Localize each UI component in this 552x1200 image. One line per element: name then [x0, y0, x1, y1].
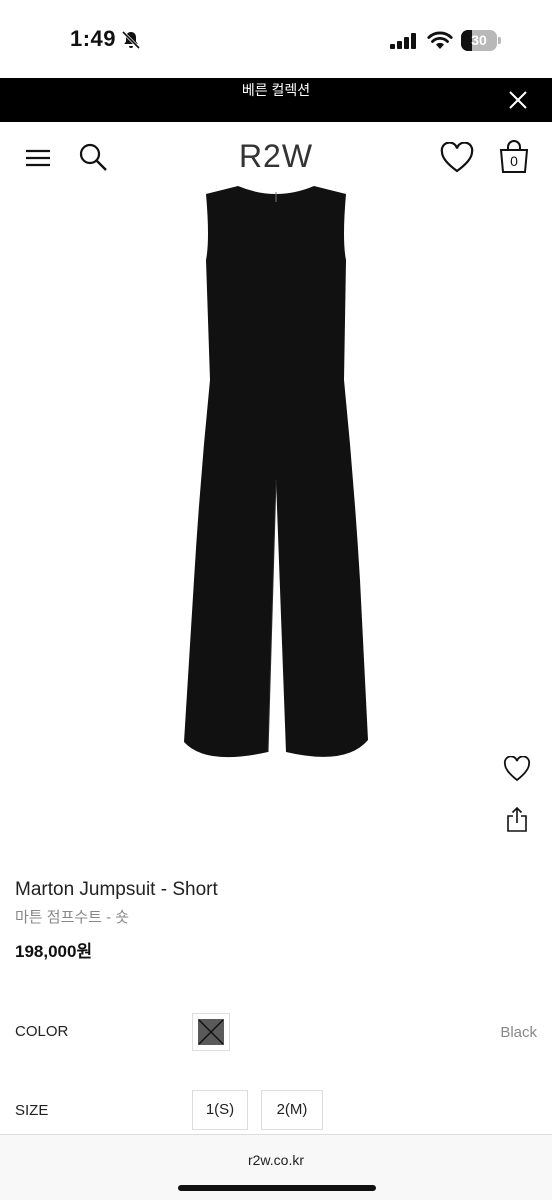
- selected-color: Black: [500, 1024, 537, 1041]
- signal-icon: [390, 33, 416, 49]
- banner-text: 베른 컬렉션: [241, 82, 311, 98]
- home-indicator: [178, 1185, 376, 1191]
- size-option-2[interactable]: 2(M): [261, 1090, 323, 1130]
- status-bar: 1:49 30: [0, 0, 552, 78]
- cart-button[interactable]: 0: [498, 140, 530, 174]
- cross-mark-icon: [198, 1019, 224, 1045]
- battery-level: 30: [471, 32, 487, 48]
- product-name: Marton Jumpsuit - Short: [15, 879, 218, 900]
- share-icon: [507, 806, 527, 832]
- product-photo-jumpsuit[interactable]: [176, 180, 376, 770]
- wishlist-button[interactable]: [498, 750, 536, 788]
- cart-count: 0: [510, 153, 518, 169]
- announcement-banner[interactable]: 베른 컬렉션: [0, 78, 552, 122]
- bell-slash-icon: [121, 30, 141, 50]
- wifi-icon: [427, 31, 453, 49]
- site-header: R2W 0: [0, 122, 552, 194]
- url-text[interactable]: r2w.co.kr: [0, 1152, 552, 1168]
- product-price: 198,000원: [15, 942, 93, 961]
- browser-address-bar[interactable]: r2w.co.kr: [0, 1134, 552, 1200]
- heart-icon: [503, 756, 531, 782]
- size-option-1[interactable]: 1(S): [192, 1090, 248, 1130]
- product-name-korean: 마튼 점프수트 - 숏: [15, 909, 130, 926]
- status-time: 1:49: [70, 26, 117, 51]
- close-icon[interactable]: [506, 88, 530, 112]
- color-label: COLOR: [15, 1023, 69, 1040]
- size-label: SIZE: [15, 1102, 49, 1119]
- battery-icon: 30: [461, 30, 501, 51]
- heart-icon[interactable]: [440, 142, 474, 174]
- share-button[interactable]: [498, 800, 536, 838]
- color-swatch-black[interactable]: [192, 1013, 230, 1051]
